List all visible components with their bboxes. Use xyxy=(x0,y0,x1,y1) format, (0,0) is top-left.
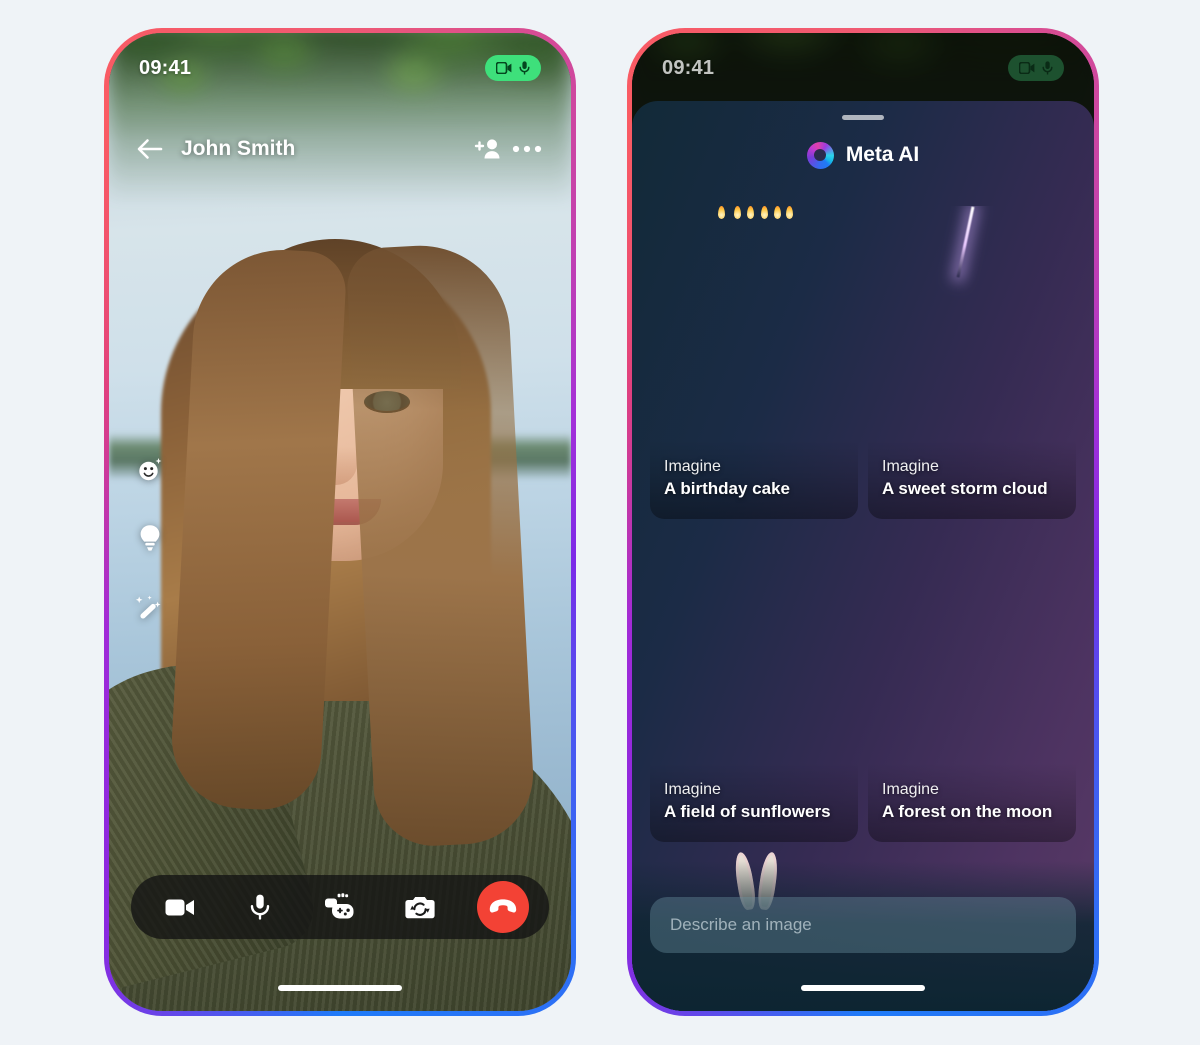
home-indicator xyxy=(801,985,925,991)
card-kicker: Imagine xyxy=(664,780,721,798)
add-person-button[interactable] xyxy=(467,132,507,166)
meta-ai-screen: 09:41 Meta AI Imagine A birthday cake Im… xyxy=(632,33,1094,1011)
microphone-icon xyxy=(519,61,530,75)
flip-camera-button[interactable] xyxy=(397,884,443,930)
microphone-icon xyxy=(250,894,270,920)
status-bar: 09:41 xyxy=(632,33,1094,87)
card-prompt: A forest on the moon xyxy=(882,802,1053,822)
card-kicker: Imagine xyxy=(664,457,721,475)
phone-video-call: 09:41 John Smith xyxy=(104,28,576,1016)
home-indicator xyxy=(278,985,402,991)
card-prompt: A field of sunflowers xyxy=(664,802,831,822)
arrow-left-icon xyxy=(137,139,163,159)
more-options-icon xyxy=(512,145,542,153)
imagine-card-grid: Imagine A birthday cake Imagine A sweet … xyxy=(650,206,1076,1011)
add-person-icon xyxy=(474,139,500,159)
games-button[interactable] xyxy=(317,884,363,930)
hair-strand-left xyxy=(168,245,348,813)
video-camera-icon xyxy=(165,899,194,915)
mic-toggle-button[interactable] xyxy=(237,884,283,930)
end-call-button[interactable] xyxy=(477,881,529,933)
lightbulb-icon xyxy=(140,525,160,551)
magic-wand-button[interactable] xyxy=(131,587,169,625)
effects-smiley-icon xyxy=(139,458,162,481)
card-kicker: Imagine xyxy=(882,780,939,798)
recording-indicator-pill xyxy=(1008,55,1064,81)
imagine-card[interactable]: Imagine A birthday cake xyxy=(650,206,858,519)
card-caption: Imagine A forest on the moon xyxy=(868,762,1076,842)
effects-tool-rail xyxy=(131,451,169,625)
video-toggle-button[interactable] xyxy=(157,884,203,930)
sheet-title: Meta AI xyxy=(845,143,920,166)
phone-hangup-icon xyxy=(489,899,517,913)
card-caption: Imagine A sweet storm cloud xyxy=(868,439,1076,519)
hair-strand-right xyxy=(345,241,537,849)
card-prompt: A birthday cake xyxy=(664,479,790,499)
describe-image-input-wrap xyxy=(650,897,1076,953)
game-controller-icon xyxy=(325,893,354,919)
ideas-lightbulb-button[interactable] xyxy=(131,519,169,557)
call-controls-bar xyxy=(131,875,549,939)
status-bar: 09:41 xyxy=(109,33,571,87)
status-time: 09:41 xyxy=(662,56,715,79)
imagine-card[interactable]: Imagine A field of sunflowers xyxy=(650,529,858,842)
status-time: 09:41 xyxy=(139,56,192,79)
sheet-drag-handle[interactable] xyxy=(842,115,884,120)
meta-ai-sheet: Meta AI Imagine A birthday cake Imagine … xyxy=(632,101,1094,1011)
back-button[interactable] xyxy=(133,132,167,166)
recording-indicator-pill xyxy=(485,55,541,81)
sheet-header: Meta AI xyxy=(632,138,1094,172)
card-kicker: Imagine xyxy=(882,457,939,475)
card-caption: Imagine A field of sunflowers xyxy=(650,762,858,842)
screenshot-stage: 09:41 John Smith 09:41 Meta AI Imagine A… xyxy=(0,0,1200,1045)
call-video-feed xyxy=(109,33,571,1011)
imagine-card[interactable]: Imagine A forest on the moon xyxy=(868,529,1076,842)
magic-wand-icon xyxy=(135,595,161,619)
card-prompt: A sweet storm cloud xyxy=(882,479,1048,499)
more-options-button[interactable] xyxy=(507,132,547,166)
video-camera-icon xyxy=(496,62,512,74)
card-caption: Imagine A birthday cake xyxy=(650,439,858,519)
camera-flip-icon xyxy=(405,896,435,918)
microphone-icon xyxy=(1042,61,1053,75)
describe-image-input[interactable] xyxy=(650,897,1076,953)
contact-name: John Smith xyxy=(181,137,296,160)
video-call-screen: 09:41 John Smith xyxy=(109,33,571,1011)
video-camera-icon xyxy=(1019,62,1035,74)
meta-ai-ring-icon xyxy=(806,141,834,169)
call-header: John Smith xyxy=(109,125,571,173)
effects-smiley-button[interactable] xyxy=(131,451,169,489)
phone-meta-ai: 09:41 Meta AI Imagine A birthday cake Im… xyxy=(627,28,1099,1016)
imagine-card[interactable]: Imagine A sweet storm cloud xyxy=(868,206,1076,519)
